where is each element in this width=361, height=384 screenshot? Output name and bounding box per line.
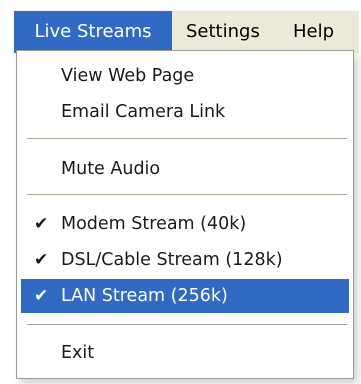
menu-item-dsl-cable-stream[interactable]: ✔ DSL/Cable Stream (128k) [21,243,349,277]
menu-item-label: Exit [61,343,95,363]
menu-help[interactable]: Help [293,11,334,53]
checkmark-icon: ✔ [34,250,49,270]
menu-item-label: Mute Audio [61,159,161,179]
menu-item-label: View Web Page [61,66,195,86]
menu-live-streams[interactable]: Live Streams [14,11,172,53]
menu-bar: Live Streams Settings Help [14,10,359,53]
menu-separator [27,138,347,140]
menu-item-label: Modem Stream (40k) [61,214,247,234]
menu-item-lan-stream[interactable]: ✔ LAN Stream (256k) [21,279,349,313]
menu-item-label: DSL/Cable Stream (128k) [61,250,283,270]
menu-item-label: LAN Stream (256k) [61,286,228,306]
checkmark-icon: ✔ [34,286,49,306]
menu-item-exit[interactable]: Exit [21,336,349,370]
checkmark-icon: ✔ [34,214,49,234]
menu-item-mute-audio[interactable]: Mute Audio [21,152,349,186]
menu-separator [27,324,347,326]
menu-separator [27,194,347,196]
menu-item-modem-stream[interactable]: ✔ Modem Stream (40k) [21,207,349,241]
menu-item-view-web-page[interactable]: View Web Page [21,59,349,93]
menu-item-email-camera-link[interactable]: Email Camera Link [21,95,349,129]
menu-item-label: Email Camera Link [61,102,226,122]
live-streams-dropdown: View Web Page Email Camera Link Mute Aud… [16,50,354,379]
menu-settings[interactable]: Settings [186,11,260,53]
